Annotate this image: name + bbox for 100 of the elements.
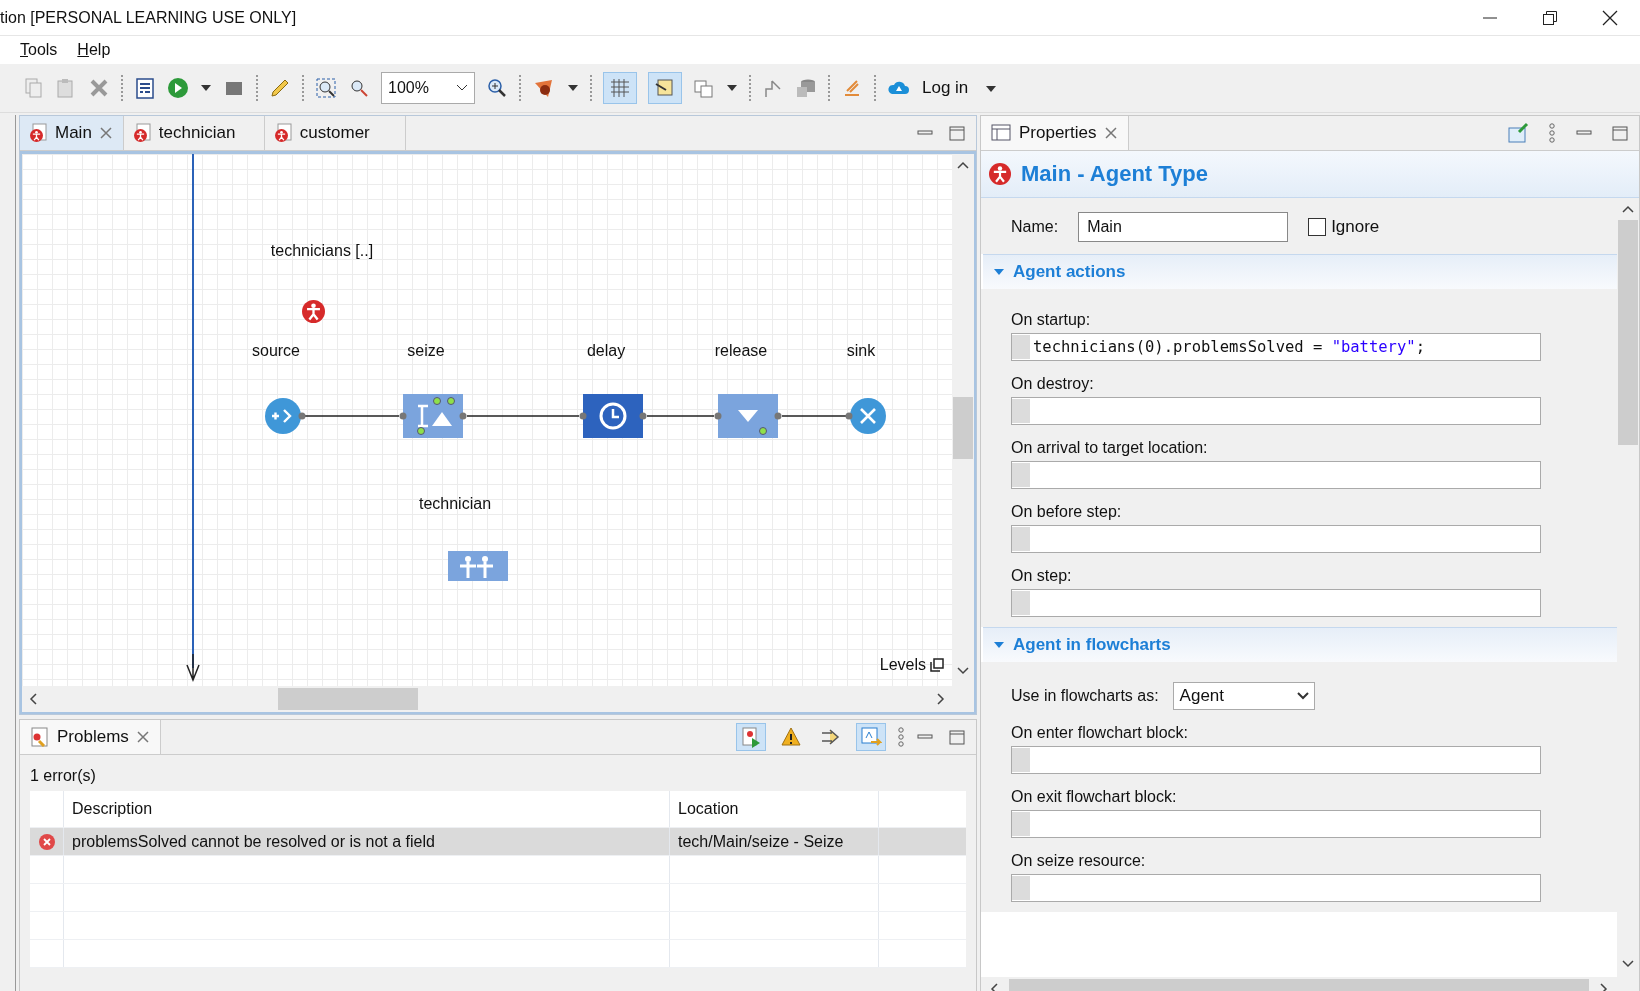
- close-icon[interactable]: [1602, 9, 1618, 26]
- error-icon: [38, 833, 55, 850]
- zoom-dropdown[interactable]: 100%: [381, 72, 475, 104]
- code-field[interactable]: [1011, 397, 1541, 425]
- build-icon[interactable]: [134, 77, 156, 99]
- scroll-down-icon[interactable]: [956, 664, 970, 676]
- login-button[interactable]: Log in: [922, 78, 969, 98]
- more-icon[interactable]: [1547, 123, 1557, 143]
- field-label: On exit flowchart block:: [1011, 788, 1178, 806]
- scrollbar-thumb[interactable]: [278, 688, 418, 710]
- more-icon[interactable]: [896, 727, 906, 747]
- snap-button[interactable]: [648, 72, 682, 104]
- population-label: technicians [..]: [270, 242, 374, 260]
- column-header[interactable]: Description: [64, 791, 670, 827]
- run-icon[interactable]: [167, 77, 189, 99]
- errors-icon: [740, 726, 762, 748]
- pin-icon[interactable]: [1507, 122, 1529, 144]
- table-cell: problemsSolved cannot be resolved or is not a field: [64, 828, 670, 855]
- scrollbar-thumb[interactable]: [1618, 220, 1638, 445]
- code-field[interactable]: [1011, 525, 1541, 553]
- section-header[interactable]: Agent in flowcharts: [983, 627, 1617, 662]
- scrollbar-thumb[interactable]: [953, 397, 973, 459]
- zoom-in-icon[interactable]: [486, 77, 508, 99]
- chevron-icon: [1295, 691, 1310, 701]
- table-cell: tech/Main/seize - Seize: [670, 828, 879, 855]
- flowchart-dropdown[interactable]: Agent: [1172, 682, 1315, 710]
- seize-block: [399, 394, 467, 438]
- field-label: Use in flowcharts as:: [1011, 687, 1159, 705]
- problems-tab[interactable]: Problems: [20, 720, 161, 754]
- levels-button[interactable]: Levels: [879, 656, 926, 674]
- release-block: [714, 394, 782, 438]
- caret-icon[interactable]: [567, 84, 579, 92]
- column-header[interactable]: Location: [670, 791, 879, 827]
- agent-icon: [133, 123, 152, 143]
- maximize-icon[interactable]: [1611, 125, 1629, 141]
- checkbox-label: Ignore: [1331, 217, 1380, 237]
- properties-tab[interactable]: Properties: [981, 116, 1130, 150]
- code-field[interactable]: [1011, 589, 1541, 617]
- menu-item[interactable]: Tools: [20, 39, 58, 61]
- code-field[interactable]: [1011, 810, 1541, 838]
- caret-icon[interactable]: [985, 85, 998, 93]
- window-title: tion [PERSONAL LEARNING USE ONLY]: [0, 8, 297, 27]
- chevron-icon: [456, 84, 468, 92]
- field-label: On arrival to target location:: [1011, 439, 1209, 457]
- source-block: [265, 398, 306, 434]
- caret-icon[interactable]: [200, 84, 212, 92]
- code-field[interactable]: technicians(0).problemsSolved = "battery";: [1011, 333, 1541, 361]
- agent-icon: [30, 123, 48, 143]
- caret-icon[interactable]: [726, 84, 738, 92]
- delete-icon[interactable]: [88, 77, 110, 99]
- shapes-icon[interactable]: [693, 77, 715, 99]
- restore-icon[interactable]: [1542, 9, 1558, 26]
- grid-button[interactable]: [603, 72, 637, 104]
- connector: [781, 415, 847, 417]
- errors-button[interactable]: [736, 723, 766, 751]
- agent-icon: [989, 163, 1011, 185]
- block-label: release: [714, 342, 768, 360]
- delay-block: [579, 394, 647, 438]
- scroll-down-icon[interactable]: [1621, 957, 1635, 969]
- menu-item[interactable]: Help: [77, 39, 111, 61]
- error-count: 1 error(s): [29, 766, 97, 786]
- warnings-icon: [780, 726, 802, 748]
- scroll-left-icon[interactable]: [28, 692, 40, 706]
- table-icon: [991, 123, 1011, 143]
- code-field[interactable]: [1011, 746, 1541, 774]
- block-label: seize: [407, 342, 445, 360]
- editor-tab[interactable]: Main: [20, 116, 124, 150]
- maximize-icon[interactable]: [948, 729, 966, 745]
- maximize-icon[interactable]: [948, 125, 966, 141]
- agent-icon: [274, 123, 293, 143]
- resource-pool-icon: [448, 551, 508, 581]
- pencil-icon[interactable]: [269, 77, 291, 99]
- ignore-checkbox[interactable]: [1308, 218, 1327, 236]
- filter-icon: [820, 726, 842, 748]
- scroll-right-icon[interactable]: [934, 692, 946, 706]
- field-label: Name:: [1011, 218, 1059, 236]
- levels-icon[interactable]: [930, 658, 944, 672]
- database-icon[interactable]: [795, 77, 817, 99]
- name-field[interactable]: Main: [1078, 212, 1289, 242]
- link-icon: [860, 726, 882, 748]
- block-label: delay: [586, 342, 626, 360]
- section-header[interactable]: Agent actions: [983, 254, 1617, 289]
- code-field[interactable]: [1011, 461, 1541, 489]
- zoom-fit-icon[interactable]: [315, 77, 337, 99]
- field-label: On step:: [1011, 567, 1073, 585]
- field-label: On before step:: [1011, 503, 1123, 521]
- zoom-back-icon[interactable]: [348, 77, 370, 99]
- field-label: On enter flowchart block:: [1011, 724, 1189, 742]
- agent-icon: [302, 300, 325, 323]
- field-label: On startup:: [1011, 311, 1092, 329]
- connector: [646, 415, 715, 417]
- grid-icon: [608, 76, 632, 100]
- field-label: On destroy:: [1011, 375, 1095, 393]
- problems-icon: [30, 727, 50, 747]
- panel-heading: Main - Agent Type: [1021, 161, 1208, 187]
- code-field[interactable]: [1011, 874, 1541, 902]
- link-button[interactable]: [856, 723, 886, 751]
- block-label: sink: [846, 342, 876, 360]
- sink-block: [845, 398, 886, 434]
- resource-label: technician: [419, 495, 491, 513]
